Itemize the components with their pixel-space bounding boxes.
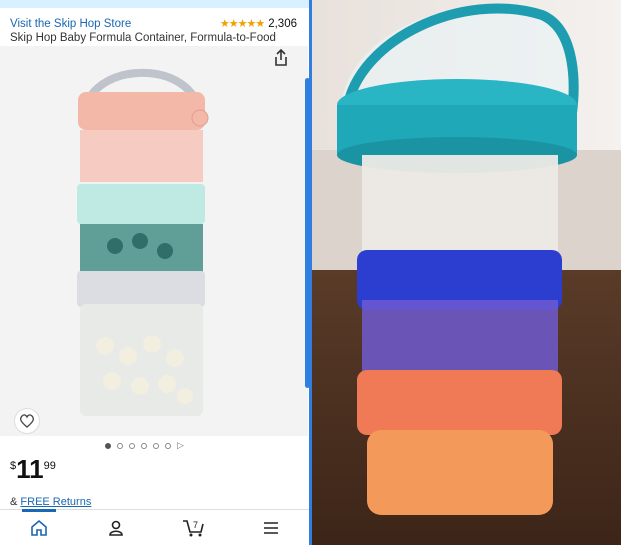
account-icon [109, 520, 124, 536]
price-whole: 11 [16, 454, 44, 484]
scrollbar[interactable] [305, 78, 309, 388]
nav-home[interactable] [0, 509, 78, 545]
wishlist-heart-icon[interactable] [14, 408, 40, 434]
cart-count: 7 [193, 520, 198, 530]
customer-photo [312, 0, 621, 545]
free-returns-link[interactable]: FREE Returns [20, 496, 91, 508]
product-title: Skip Hop Baby Formula Container, Formula… [10, 32, 276, 44]
star-rating-icon: ★★★★★ [219, 18, 265, 30]
store-link[interactable]: Visit the Skip Hop Store [10, 18, 131, 30]
product-page-panel: Visit the Skip Hop Store ★★★★★ 2,306 Ski… [0, 0, 312, 545]
pagination-dot[interactable] [153, 442, 159, 449]
menu-icon [264, 522, 279, 534]
pagination-dot[interactable] [105, 442, 111, 449]
nav-menu[interactable] [233, 510, 310, 545]
rating[interactable]: ★★★★★ 2,306 [219, 17, 297, 31]
nav-cart[interactable]: 7 [155, 510, 233, 545]
price: $ 11 99 [10, 456, 56, 482]
cart-icon: 7 [182, 520, 204, 537]
rating-count: 2,306 [268, 17, 297, 30]
returns-prefix: & [10, 496, 21, 508]
top-accent-bar [0, 0, 309, 8]
share-icon[interactable] [270, 47, 292, 69]
play-video-icon[interactable]: ▷ [177, 440, 184, 451]
price-fraction: 99 [43, 460, 56, 472]
pagination-dot[interactable] [141, 442, 147, 449]
pagination-dot[interactable] [129, 442, 135, 449]
pagination-dot[interactable] [165, 442, 171, 449]
nav-account[interactable] [78, 510, 156, 545]
home-icon [30, 519, 47, 536]
product-image[interactable] [0, 46, 308, 436]
bottom-nav: 7 [0, 509, 310, 545]
returns-info: & FREE Returns [10, 496, 91, 508]
image-pagination[interactable]: ▷ [105, 440, 184, 451]
pagination-dot[interactable] [117, 442, 123, 449]
